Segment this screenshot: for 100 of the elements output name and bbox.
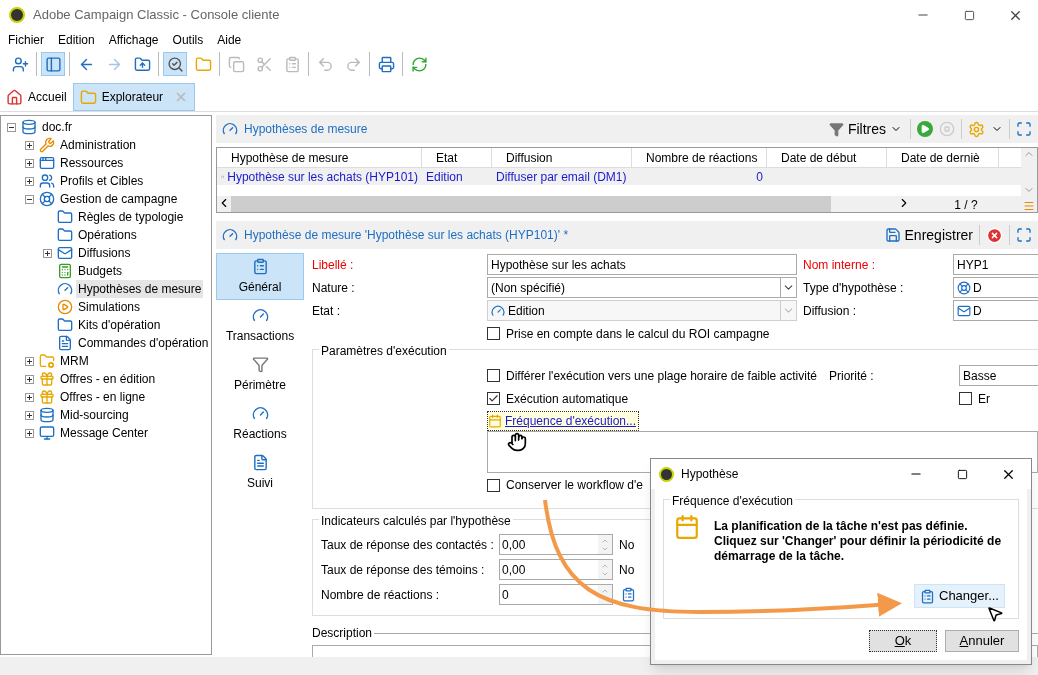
column-header[interactable]: Date de début: [781, 148, 857, 167]
expand-toggle[interactable]: [24, 410, 34, 420]
envelope-icon: [957, 303, 971, 318]
menu-item[interactable]: Fichier: [8, 31, 44, 49]
input-field[interactable]: Hypothèse sur les achats: [487, 254, 797, 275]
checkbox[interactable]: [487, 392, 500, 405]
tree-item[interactable]: Kits d'opération: [76, 316, 163, 334]
dialog-message: La planification de la tâche n'est pas définie. Cliquez sur 'Changer' pour définir la périodicité de démarrage de la tâche.: [714, 518, 1002, 564]
clipboard-icon[interactable]: [621, 587, 636, 602]
redo-icon: [344, 55, 362, 73]
side-tab[interactable]: Périmètre: [216, 351, 304, 398]
menu-item[interactable]: Edition: [58, 31, 95, 49]
gauge-icon: [57, 281, 73, 297]
tree-item[interactable]: Ressources: [58, 154, 126, 172]
field-label: Nom interne :: [803, 256, 877, 274]
table-row[interactable]: Hypothèse sur les achats (HYP101) Edition Diffuser par email (DM1) 0: [217, 168, 1021, 185]
tab[interactable]: Accueil: [0, 83, 73, 111]
tree-item[interactable]: Message Center: [58, 424, 151, 442]
dropdown-field[interactable]: (Non spécifié): [487, 277, 797, 298]
frequency-link[interactable]: Fréquence d'exécution...: [487, 410, 640, 431]
side-tab[interactable]: Général: [216, 253, 304, 300]
tab[interactable]: Explorateur: [72, 83, 196, 111]
checkbox-label: Conserver le workflow d'e: [506, 477, 643, 494]
expand-toggle[interactable]: [24, 428, 34, 438]
expand-toggle[interactable]: [24, 356, 34, 366]
app-logo-icon: [659, 466, 674, 482]
scrollbar-thumb[interactable]: [231, 196, 831, 212]
tree-item[interactable]: Règles de typologie: [76, 208, 186, 226]
tree-item[interactable]: MRM: [58, 352, 91, 370]
folder-gear-icon: [39, 353, 55, 369]
tree-item[interactable]: Mid-sourcing: [58, 406, 131, 424]
input-field[interactable]: D: [953, 277, 1038, 298]
tree-item[interactable]: Profils et Cibles: [58, 172, 146, 190]
filters-button[interactable]: Filtres: [826, 118, 904, 140]
tree-item[interactable]: Hypothèses de mesure: [76, 280, 204, 298]
expand-toggle[interactable]: [24, 158, 34, 168]
expand-toggle[interactable]: [24, 374, 34, 384]
tree-item[interactable]: Opérations: [76, 226, 139, 244]
menu-item[interactable]: Outils: [172, 31, 204, 49]
tree-item[interactable]: Simulations: [76, 298, 143, 316]
tree-item[interactable]: Offres - en ligne: [58, 388, 148, 406]
window-title: Adobe Campaign Classic - Console cliente: [33, 6, 280, 25]
expand-toggle[interactable]: [42, 248, 52, 258]
maximize-icon[interactable]: [1016, 227, 1032, 243]
column-header[interactable]: Nombre de réactions: [646, 148, 758, 167]
collapse-toggle[interactable]: [24, 194, 34, 204]
checkbox[interactable]: [487, 478, 500, 492]
cancel-button[interactable]: Annuler: [945, 630, 1019, 652]
expand-toggle[interactable]: [24, 176, 34, 186]
side-tab[interactable]: Réactions: [216, 400, 304, 447]
table-cell-text: 0: [756, 168, 763, 186]
maximize-icon[interactable]: [1016, 121, 1032, 137]
document-icon: [251, 453, 269, 471]
close-icon[interactable]: [986, 226, 1003, 244]
field-label: No: [619, 561, 635, 579]
menu-icon[interactable]: [1023, 200, 1035, 212]
ok-button[interactable]: Ok: [869, 630, 937, 652]
tree-item[interactable]: Commandes d'opération: [76, 334, 211, 352]
column-header[interactable]: Diffusion: [506, 148, 553, 167]
save-button[interactable]: Enregistrer: [884, 224, 973, 246]
toolbar-button[interactable]: [41, 52, 65, 76]
clipboard-icon: [283, 55, 301, 73]
filter-icon: [828, 121, 844, 137]
dropdown-field[interactable]: Basse: [959, 365, 1038, 386]
menu-item[interactable]: Aide: [217, 31, 242, 49]
tree-item[interactable]: Offres - en édition: [58, 370, 158, 388]
gauge-icon: [251, 404, 269, 422]
checkbox[interactable]: [487, 369, 500, 382]
pager-text: 1 / ?: [953, 197, 979, 212]
field-label: Type d'hypothèse :: [803, 279, 905, 297]
side-tab[interactable]: Transactions: [216, 302, 304, 349]
table-cell-text: Diffuser par email (DM1): [496, 168, 627, 186]
expand-toggle[interactable]: [24, 140, 34, 150]
tree-item[interactable]: Administration: [58, 136, 139, 154]
lifebuoy-icon: [957, 280, 971, 295]
column-header[interactable]: Etat: [436, 148, 458, 167]
tree-item[interactable]: doc.fr: [40, 118, 74, 136]
number-field[interactable]: 0,00: [499, 559, 613, 580]
expand-toggle[interactable]: [24, 392, 34, 402]
refresh-icon: [410, 55, 428, 73]
menu-item[interactable]: Affichage: [108, 31, 159, 49]
checkbox[interactable]: [959, 392, 972, 405]
field-label: Nature :: [312, 279, 356, 297]
toolbar-button[interactable]: [163, 52, 187, 76]
input-field[interactable]: HYP1: [953, 254, 1038, 275]
checkbox[interactable]: [487, 327, 500, 340]
column-header[interactable]: Date de derniè: [901, 148, 980, 167]
change-button[interactable]: Changer...: [914, 584, 1005, 608]
number-field[interactable]: 0,00: [499, 534, 613, 555]
column-header[interactable]: Hypothèse de mesure: [231, 148, 349, 167]
play-icon: [57, 299, 73, 315]
tree-item[interactable]: Budgets: [76, 262, 125, 280]
collapse-toggle[interactable]: [6, 122, 16, 132]
tree-item[interactable]: Gestion de campagne: [58, 190, 180, 208]
number-field[interactable]: 0: [499, 584, 613, 605]
checkbox-label: Prise en compte dans le calcul du ROI campagne: [506, 325, 770, 343]
play-icon[interactable]: [917, 121, 933, 137]
side-tab[interactable]: Suivi: [216, 449, 304, 496]
copy-icon: [227, 55, 245, 73]
tree-item[interactable]: Diffusions: [76, 244, 133, 262]
